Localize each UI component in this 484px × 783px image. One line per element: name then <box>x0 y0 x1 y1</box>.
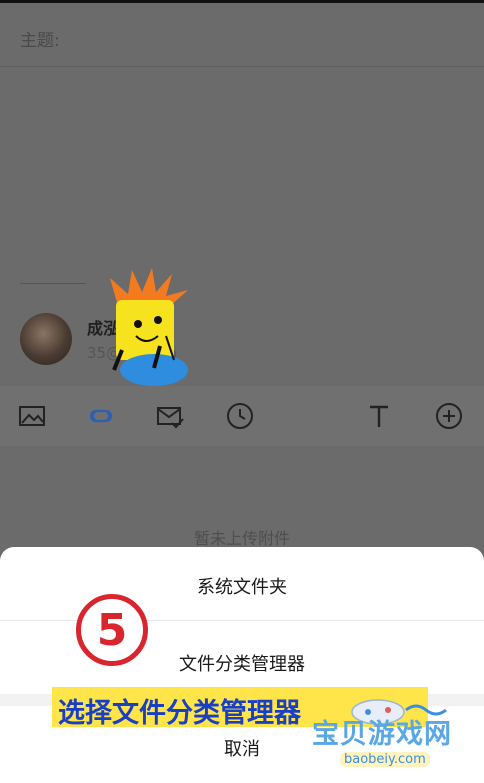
mascot-sticker <box>100 266 200 386</box>
watermark-title: 宝贝游戏网 <box>312 719 452 750</box>
image-icon[interactable] <box>17 401 47 431</box>
mail-check-icon[interactable] <box>155 401 185 431</box>
link-icon[interactable] <box>86 401 116 431</box>
no-attachment-text: 暂未上传附件 <box>193 529 290 548</box>
sender-avatar <box>20 313 72 365</box>
step-number-badge: 5 <box>76 594 148 666</box>
watermark-url: baobeiy.com <box>340 752 430 767</box>
status-strip <box>0 0 484 3</box>
system-folder-option[interactable]: 系统文件夹 <box>0 573 484 599</box>
step-number: 5 <box>96 604 128 656</box>
clock-icon[interactable] <box>225 401 255 431</box>
instruction-text: 选择文件分类管理器 <box>58 698 301 729</box>
file-manager-option[interactable]: 文件分类管理器 <box>0 650 484 676</box>
plus-icon[interactable] <box>434 401 464 431</box>
text-icon[interactable] <box>364 401 394 431</box>
subject-divider <box>0 66 484 67</box>
signature-separator <box>20 283 86 284</box>
subject-label[interactable]: 主题: <box>20 26 60 51</box>
sheet-divider <box>0 620 484 621</box>
